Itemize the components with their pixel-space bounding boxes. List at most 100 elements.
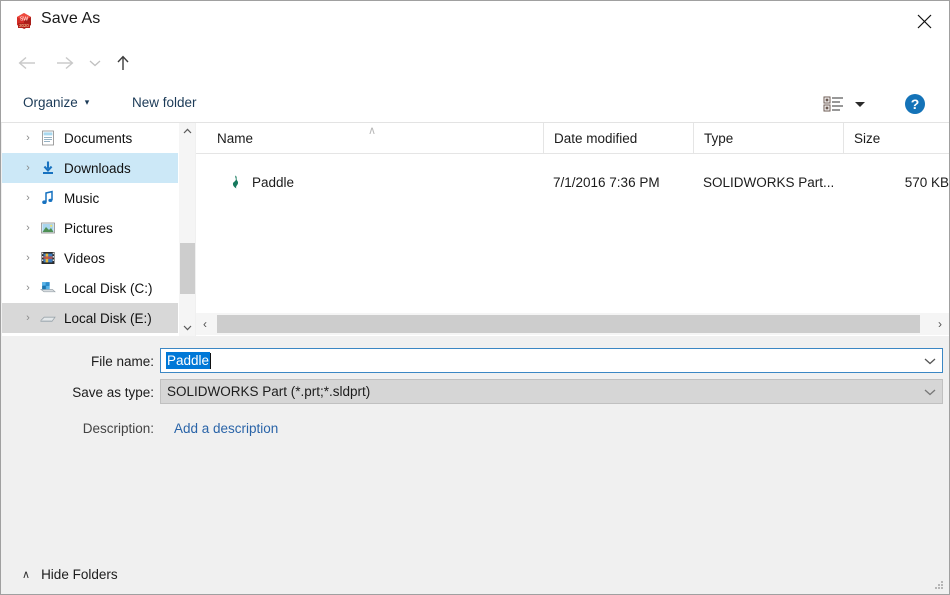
help-button[interactable]: ? — [904, 93, 926, 115]
chevron-down-icon — [855, 102, 865, 107]
text-caret — [210, 352, 212, 369]
chevron-up-icon — [183, 128, 192, 134]
solidworks-part-icon — [228, 174, 244, 190]
sidebar-scrollbar[interactable] — [178, 123, 195, 336]
svg-text:SW: SW — [20, 17, 28, 23]
save-as-type-combo[interactable]: SOLIDWORKS Part (*.prt;*.sldprt) — [160, 379, 943, 404]
scroll-left-button[interactable]: ‹ — [196, 313, 214, 335]
column-header-name[interactable]: Name — [206, 123, 543, 154]
description-label: Description: — [82, 421, 154, 436]
column-header-type[interactable]: Type — [693, 123, 843, 154]
scroll-down-button[interactable] — [179, 319, 196, 336]
sidebar-item-documents[interactable]: › Documents — [2, 123, 178, 153]
close-icon — [917, 14, 931, 28]
view-dropdown-button[interactable] — [851, 95, 869, 113]
sidebar-item-pictures[interactable]: › Pictures — [2, 213, 178, 243]
sidebar-label: Documents — [64, 130, 133, 146]
back-arrow-icon — [18, 56, 35, 70]
new-folder-button[interactable]: New folder — [132, 95, 197, 110]
cell-size: 570 KB — [904, 174, 949, 190]
column-header-row: ∧ Name Date modified Type Size — [196, 123, 949, 154]
svg-text:?: ? — [911, 96, 920, 112]
organize-label: Organize — [23, 95, 78, 110]
sidebar-label: Downloads — [64, 160, 131, 176]
sidebar-label: Music — [64, 190, 100, 206]
table-row[interactable]: Paddle 7/1/2016 7:36 PM SOLIDWORKS Part.… — [196, 167, 949, 197]
chevron-right-icon[interactable]: › — [20, 252, 36, 264]
sidebar-item-local-disk-e[interactable]: › Local Disk (E:) — [2, 303, 178, 333]
videos-icon — [38, 249, 58, 267]
chevron-down-icon: ▾ — [84, 97, 90, 107]
sidebar-label: Videos — [64, 250, 106, 266]
file-name-input[interactable]: Paddle — [166, 352, 211, 369]
chevron-right-icon[interactable]: › — [20, 162, 36, 174]
disk-e-icon — [38, 309, 58, 327]
form-area: File name: Paddle Save as type: SOLIDWOR… — [2, 337, 949, 442]
file-list-pane: ∧ Name Date modified Type Size Paddle 7/… — [196, 123, 949, 336]
file-name-dropdown-button[interactable] — [918, 349, 942, 372]
sidebar-label: Pictures — [64, 220, 113, 236]
hide-folders-label: Hide Folders — [41, 567, 118, 582]
navigation-bar: « Uni › Learn › Bs › Solid › Project › p… — [1, 41, 949, 115]
sidebar-label: Local Disk (C:) — [64, 280, 153, 296]
horizontal-scroll-thumb[interactable] — [217, 315, 920, 333]
sidebar-item-music[interactable]: › Music — [2, 183, 178, 213]
chevron-right-icon[interactable]: › — [20, 132, 36, 144]
window-title: Save As — [41, 10, 101, 27]
music-icon — [38, 189, 58, 207]
cell-date-modified: 7/1/2016 7:36 PM — [553, 174, 660, 190]
command-bar: Organize ▾ New folder ? — [1, 85, 949, 123]
organize-button[interactable]: Organize ▾ — [23, 95, 89, 110]
close-button[interactable] — [899, 1, 949, 41]
downloads-icon — [38, 159, 58, 177]
chevron-right-icon[interactable]: › — [20, 192, 36, 204]
chevron-down-icon — [924, 389, 936, 395]
documents-icon — [38, 129, 58, 147]
navigation-tree: › Documents › Downloads › Music › Pictur… — [2, 123, 178, 336]
cell-type: SOLIDWORKS Part... — [703, 174, 835, 190]
add-description-link[interactable]: Add a description — [174, 421, 278, 436]
solidworks-icon: SW 2020 — [14, 11, 34, 31]
up-arrow-icon — [117, 55, 129, 70]
title-bar: SW 2020 Save As — [1, 1, 949, 41]
chevron-right-icon[interactable]: › — [20, 312, 36, 324]
help-icon: ? — [905, 94, 925, 114]
chevron-down-icon — [183, 325, 192, 331]
file-name-combo[interactable]: Paddle — [160, 348, 943, 373]
forward-arrow-icon — [57, 56, 74, 70]
forward-button[interactable] — [53, 51, 77, 75]
pictures-icon — [38, 219, 58, 237]
view-layout-icon — [823, 96, 843, 112]
scroll-up-button[interactable] — [179, 123, 196, 140]
footer-bar: ∧ Hide Folders — [2, 553, 949, 593]
sidebar-item-videos[interactable]: › Videos — [2, 243, 178, 273]
sidebar-scroll-thumb[interactable] — [180, 243, 195, 294]
file-list-horizontal-scrollbar[interactable]: ‹ › — [196, 313, 949, 335]
save-as-type-value: SOLIDWORKS Part (*.prt;*.sldprt) — [167, 384, 371, 399]
column-header-size[interactable]: Size — [843, 123, 949, 154]
sidebar-item-local-disk-c[interactable]: › Local Disk (C:) — [2, 273, 178, 303]
recent-locations-button[interactable] — [86, 51, 104, 75]
options-area: Save as Save as copy and continue Save a… — [2, 442, 949, 549]
sidebar-item-downloads[interactable]: › Downloads — [2, 153, 178, 183]
chevron-right-icon[interactable]: › — [20, 282, 36, 294]
scroll-right-button[interactable]: › — [931, 313, 949, 335]
chevron-right-icon[interactable]: › — [20, 222, 36, 234]
sidebar-label: Local Disk (E:) — [64, 310, 152, 326]
save-as-dialog: SW 2020 Save As Search paddle Organize ▾… — [0, 0, 950, 595]
back-button[interactable] — [15, 51, 39, 75]
chevron-down-icon — [89, 60, 101, 67]
save-as-type-label: Save as type: — [72, 385, 154, 400]
disk-c-icon — [38, 279, 58, 297]
up-one-level-button[interactable] — [111, 51, 135, 75]
hide-folders-button[interactable]: ∧ Hide Folders — [22, 567, 118, 582]
chevron-down-icon — [924, 358, 936, 364]
file-name-label: File name: — [90, 354, 154, 369]
cell-file-name: Paddle — [252, 174, 295, 190]
svg-text:2020: 2020 — [19, 23, 29, 28]
column-header-date-modified[interactable]: Date modified — [543, 123, 693, 154]
view-layout-button[interactable] — [823, 94, 845, 114]
chevron-up-icon: ∧ — [22, 569, 31, 581]
save-as-type-dropdown-button[interactable] — [918, 380, 942, 403]
resize-grip-icon[interactable] — [933, 578, 945, 590]
